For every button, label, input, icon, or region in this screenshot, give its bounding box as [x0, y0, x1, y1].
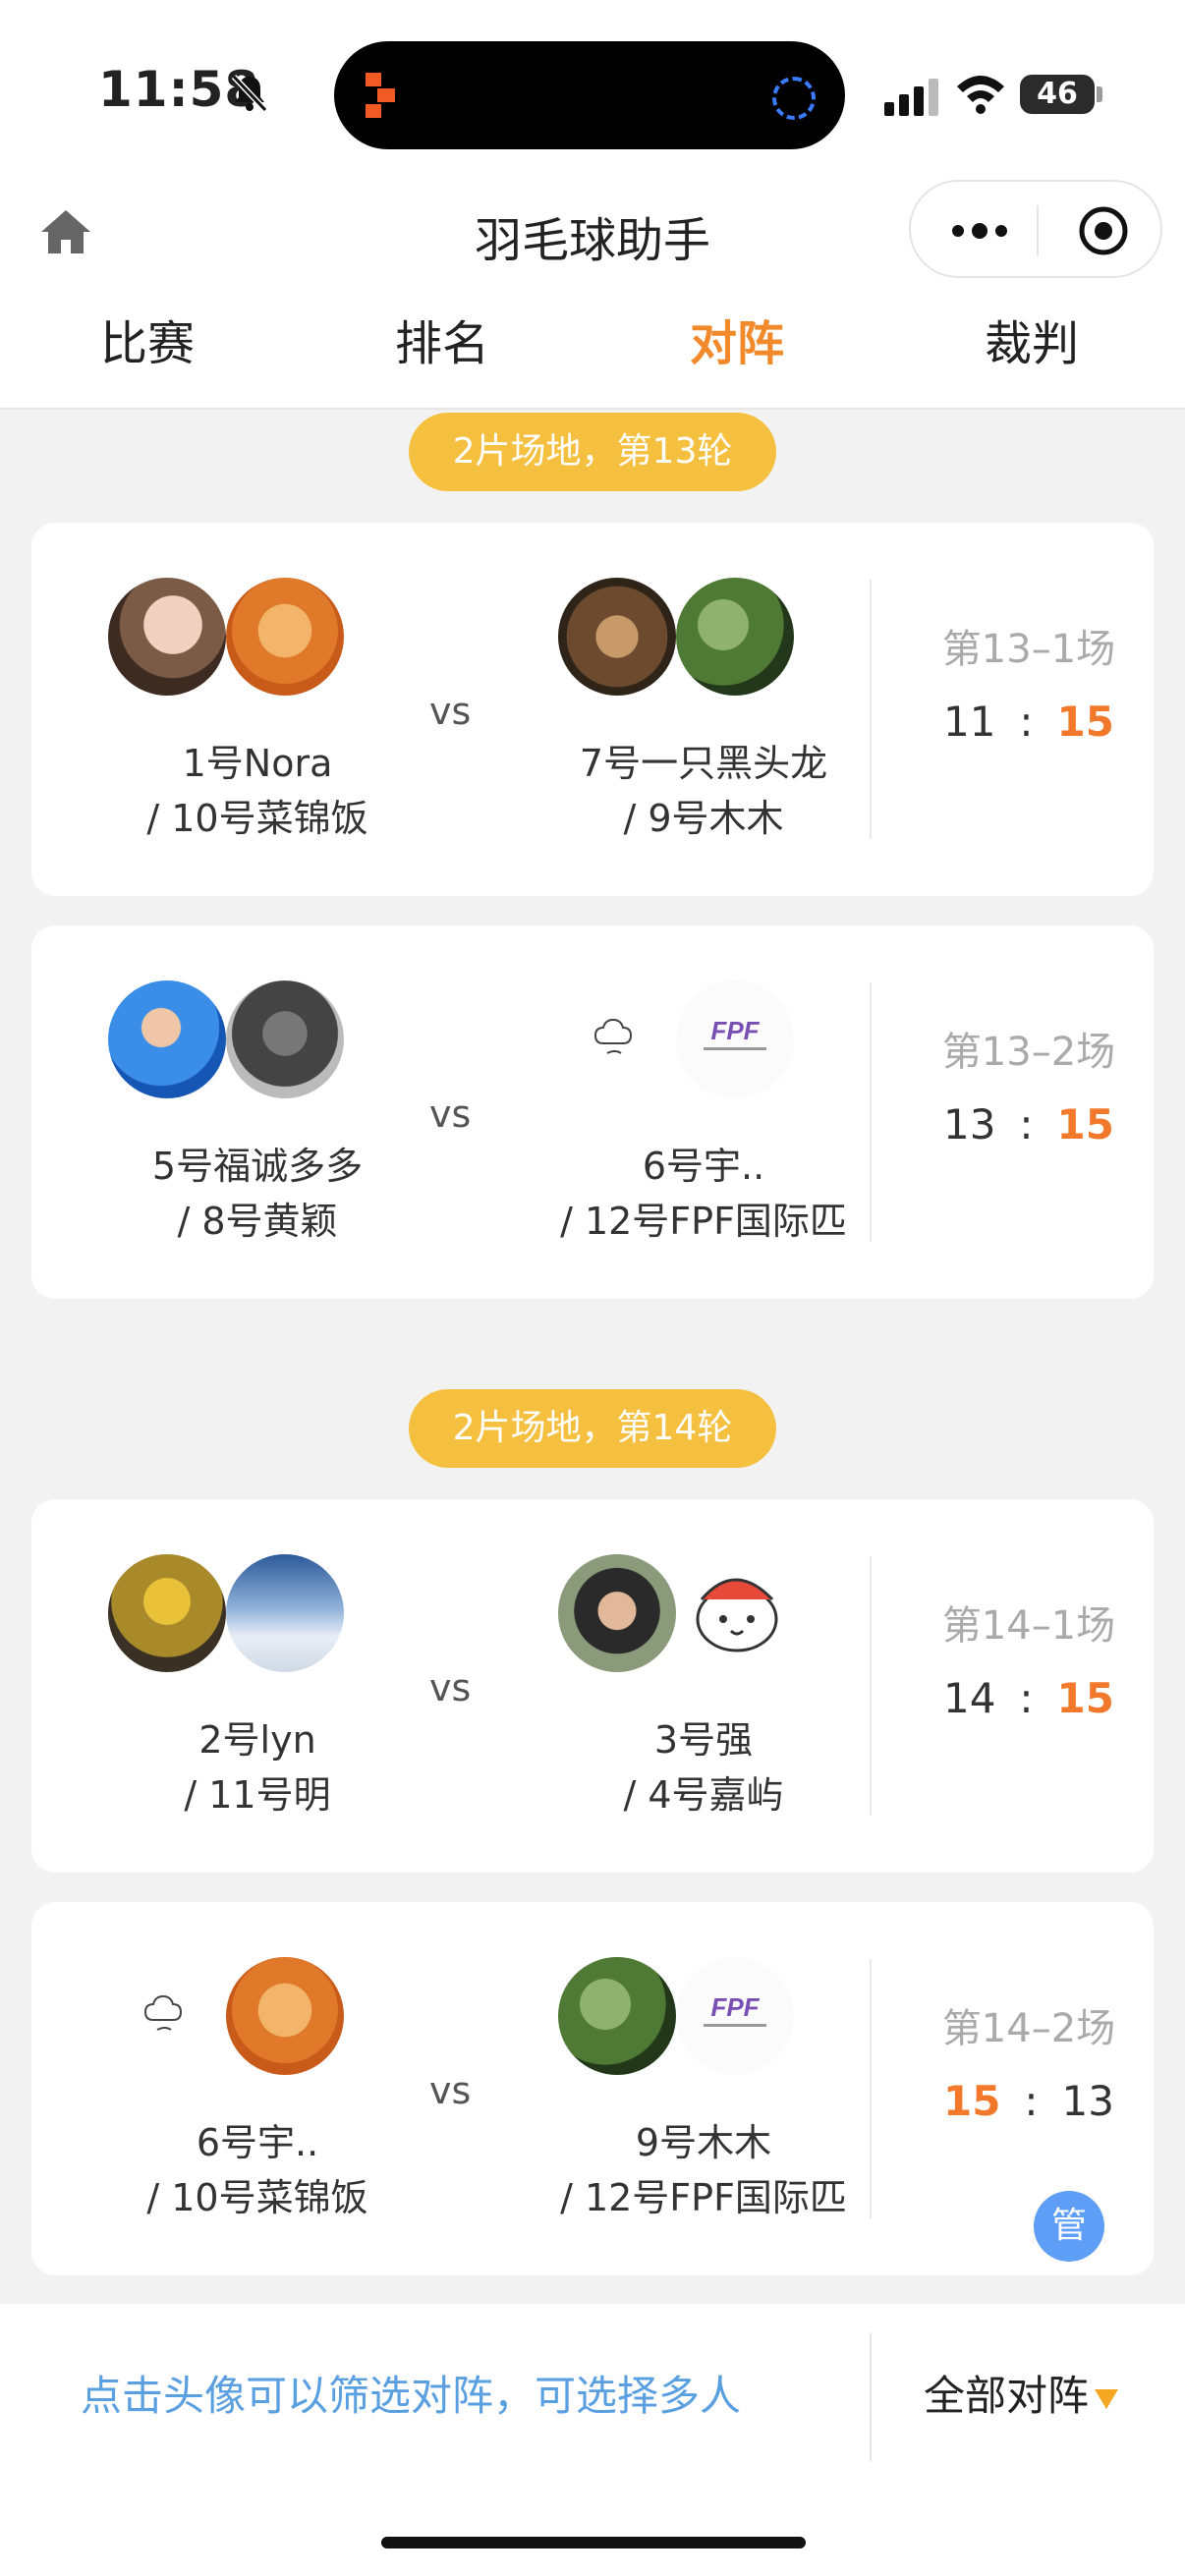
- vs-label: vs: [429, 1666, 472, 1709]
- match-number: 第13–2场: [941, 1030, 1116, 1075]
- player-avatar[interactable]: [108, 578, 226, 696]
- cloud-avatar-icon[interactable]: [108, 1957, 226, 2075]
- fpf-logo-icon: FPF: [704, 1992, 766, 2027]
- wifi-icon: [957, 76, 1004, 114]
- player-name: / 9号木木: [623, 797, 784, 840]
- loading-spinner-icon: [772, 77, 816, 120]
- match-card[interactable]: vs 1号Nora / 10号菜锦饭 7号一只黑头龙 / 9号木木 第13–1场…: [31, 523, 1154, 896]
- tab-ranking[interactable]: 排名: [344, 305, 540, 373]
- player-name: / 12号FPF国际匹: [560, 1200, 847, 1243]
- player-avatar[interactable]: [226, 1554, 344, 1672]
- battery-indicator: 46: [1020, 75, 1095, 114]
- match-card[interactable]: vs 2号lyn / 11号明 3号强 / 4号嘉屿 第14–1场 14:15: [31, 1499, 1154, 1873]
- filter-dropdown[interactable]: 全部对阵: [924, 2363, 1119, 2423]
- top-bar: 11:58 46 羽毛球助手 比赛 排名 对阵 裁判: [0, 0, 1185, 410]
- player-avatar[interactable]: [108, 980, 226, 1098]
- match-score: 13:15: [872, 1100, 1185, 1148]
- match-number: 第14–1场: [941, 1603, 1116, 1649]
- player-name: 6号宇..: [196, 2121, 319, 2164]
- round-badge: 2片场地，第13轮: [409, 413, 776, 491]
- player-name: / 10号菜锦饭: [146, 2176, 368, 2219]
- score-left: 13: [943, 1100, 996, 1148]
- score-left: 15: [943, 2077, 1001, 2125]
- cellular-signal-icon: [884, 79, 938, 116]
- fpf-logo-icon: FPF: [704, 1016, 766, 1050]
- bell-muted-icon: [231, 74, 268, 113]
- player-avatar[interactable]: FPF: [676, 980, 794, 1098]
- close-target-icon[interactable]: [1078, 205, 1129, 256]
- match-score: 14:15: [872, 1674, 1185, 1722]
- player-avatar[interactable]: [226, 1957, 344, 2075]
- score-right: 15: [1056, 698, 1114, 746]
- player-name: 7号一只黑头龙: [579, 742, 828, 785]
- svg-text:FPF: FPF: [710, 1016, 760, 1045]
- player-name: / 8号黄颖: [177, 1200, 338, 1243]
- player-name: / 11号明: [184, 1773, 331, 1817]
- score-left: 11: [943, 698, 996, 746]
- score-separator: :: [1019, 1100, 1034, 1148]
- match-card[interactable]: vs 5号福诚多多 / 8号黄颖 FPF 6号宇.. / 12号FPF国际匹 第…: [31, 925, 1154, 1299]
- bottom-divider: [870, 2333, 872, 2461]
- capsule-divider: [1037, 205, 1039, 256]
- player-avatar[interactable]: [676, 578, 794, 696]
- match-number: 第13–1场: [941, 627, 1116, 672]
- match-number: 第14–2场: [941, 2006, 1116, 2051]
- score-separator: :: [1019, 698, 1034, 746]
- filter-label: 全部对阵: [924, 2372, 1090, 2420]
- cloud-avatar-icon[interactable]: [558, 980, 676, 1098]
- score-right: 15: [1056, 1674, 1114, 1722]
- tab-referee[interactable]: 裁判: [933, 305, 1130, 373]
- player-avatar[interactable]: [558, 1957, 676, 2075]
- vs-label: vs: [429, 2069, 472, 2112]
- vs-label: vs: [429, 1092, 472, 1136]
- player-avatar[interactable]: [226, 980, 344, 1098]
- player-name: 2号lyn: [198, 1718, 316, 1762]
- player-avatar[interactable]: [108, 1554, 226, 1672]
- score-right: 15: [1056, 1100, 1114, 1148]
- score-separator: :: [1019, 1674, 1034, 1722]
- player-name: / 12号FPF国际匹: [560, 2176, 847, 2219]
- manage-button[interactable]: 管: [1034, 2191, 1104, 2262]
- score-right: 13: [1061, 2077, 1114, 2125]
- app-activity-icon: [366, 73, 395, 118]
- cartoon-cat-avatar-icon[interactable]: [676, 1554, 794, 1672]
- player-avatar[interactable]: [558, 578, 676, 696]
- dynamic-island: [334, 41, 845, 149]
- filter-hint: 点击头像可以筛选对阵，可选择多人: [81, 2372, 742, 2420]
- miniprogram-capsule: [909, 180, 1162, 278]
- player-name: / 10号菜锦饭: [146, 797, 368, 840]
- match-score: 11:15: [872, 698, 1185, 746]
- player-name: 1号Nora: [182, 742, 333, 785]
- match-score: 15:13: [872, 2077, 1185, 2125]
- home-indicator: [381, 2537, 806, 2548]
- more-options-icon[interactable]: [950, 223, 1009, 239]
- player-name: 6号宇..: [642, 1145, 765, 1188]
- player-name: 3号强: [653, 1718, 754, 1762]
- player-name: 5号福诚多多: [151, 1145, 364, 1188]
- player-avatar[interactable]: [226, 578, 344, 696]
- bottom-bar: 点击头像可以筛选对阵，可选择多人 全部对阵: [0, 2304, 1185, 2576]
- tab-matchups[interactable]: 对阵: [639, 305, 835, 373]
- tab-bar: 比赛 排名 对阵 裁判: [0, 305, 1185, 383]
- player-name: / 4号嘉屿: [623, 1773, 784, 1817]
- svg-text:FPF: FPF: [710, 1992, 760, 2022]
- vs-label: vs: [429, 690, 472, 733]
- caret-down-icon: [1095, 2388, 1119, 2409]
- match-card[interactable]: vs 6号宇.. / 10号菜锦饭 FPF 9号木木 / 12号FPF国际匹 第…: [31, 1902, 1154, 2275]
- score-left: 14: [943, 1674, 996, 1722]
- player-avatar[interactable]: [558, 1554, 676, 1672]
- player-name: 9号木木: [635, 2121, 772, 2164]
- round-badge: 2片场地，第14轮: [409, 1389, 776, 1468]
- battery-cap: [1097, 86, 1102, 102]
- tab-matches[interactable]: 比赛: [49, 305, 246, 373]
- player-avatar[interactable]: FPF: [676, 1957, 794, 2075]
- score-separator: :: [1024, 2077, 1039, 2125]
